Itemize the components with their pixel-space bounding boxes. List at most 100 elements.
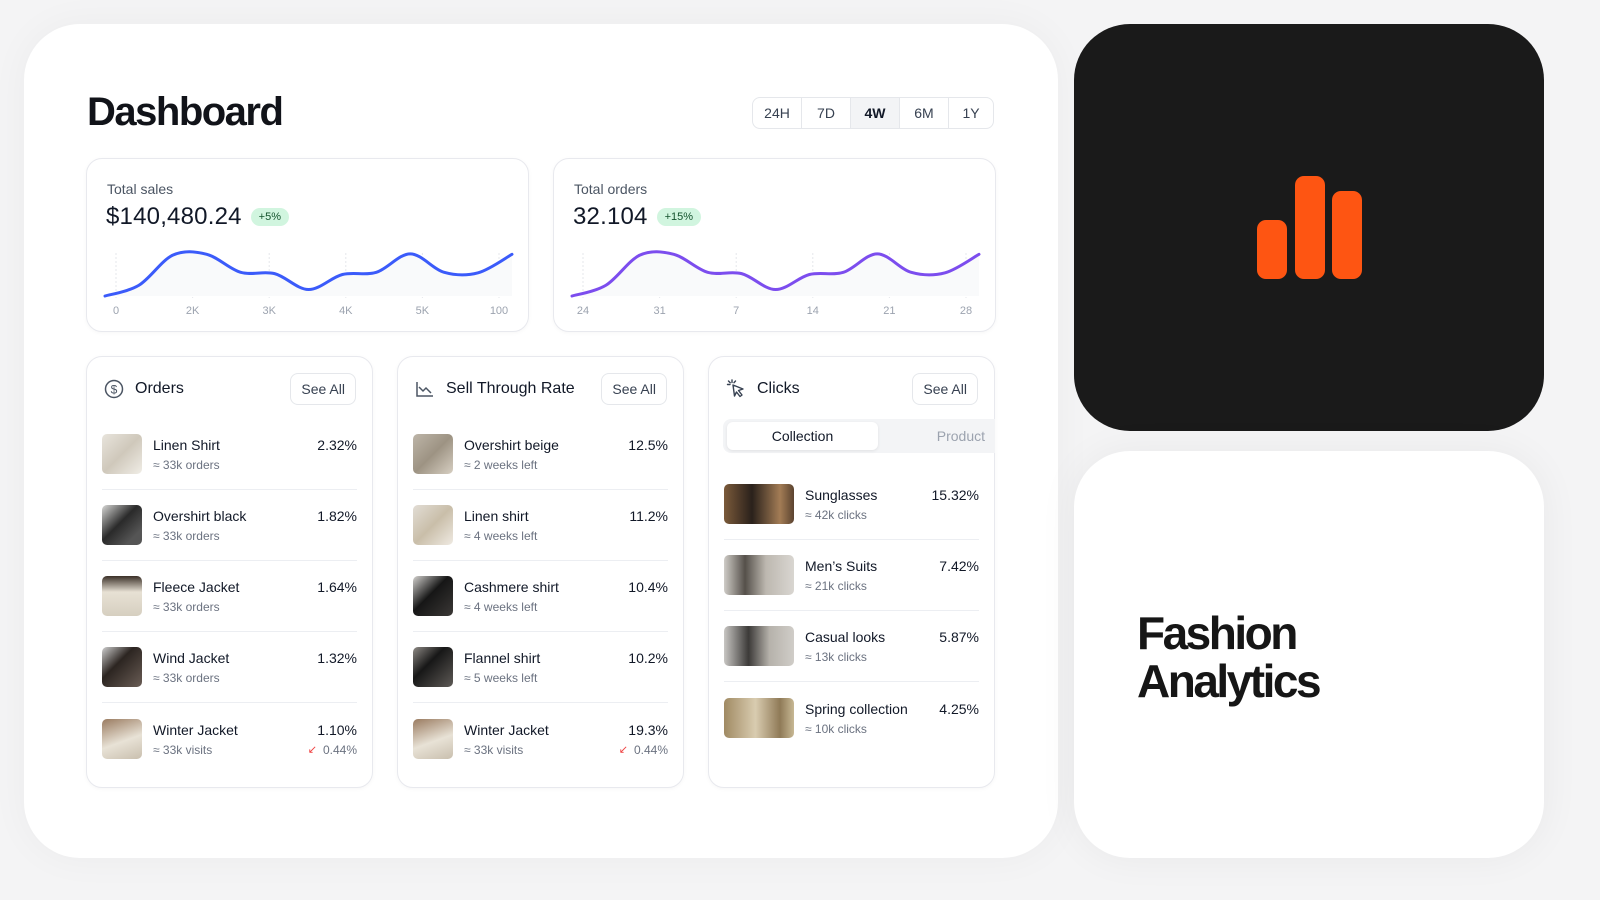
- clicks-see-all-button[interactable]: See All: [912, 373, 978, 405]
- product-thumbnail: [413, 718, 453, 759]
- list-item[interactable]: Men’s Suits ≈ 21k clicks 7.42%: [724, 540, 979, 611]
- total-sales-value: $140,480.24: [106, 203, 242, 230]
- logo-bar-3: [1332, 191, 1362, 279]
- clicks-card: Clicks See All Collection Product Sungla…: [708, 356, 995, 788]
- x-tick-label: 3K: [262, 305, 276, 317]
- item-sub: ≈ 13k clicks: [805, 650, 867, 664]
- item-name: Overshirt black: [153, 508, 247, 524]
- list-item[interactable]: Sunglasses ≈ 42k clicks 15.32%: [724, 469, 979, 540]
- x-tick-label: 2K: [186, 305, 200, 317]
- item-name: Winter Jacket: [153, 721, 238, 738]
- list-item[interactable]: Linen Shirt ≈ 33k orders 2.32%: [102, 419, 357, 490]
- item-name: Wind Jacket: [153, 650, 230, 666]
- list-item[interactable]: Overshirt black ≈ 33k orders 1.82%: [102, 490, 357, 561]
- item-name: Cashmere shirt: [464, 579, 559, 595]
- item-name: Linen Shirt: [153, 437, 220, 453]
- product-thumbnail: [102, 434, 142, 474]
- item-value: 12.5%: [628, 437, 668, 453]
- product-thumbnail: [413, 576, 453, 616]
- range-24h-button[interactable]: 24H: [753, 98, 802, 128]
- svg-text:$: $: [111, 383, 118, 397]
- item-value: 1.32%: [317, 650, 357, 666]
- total-sales-card: 0 2K 3K 4K 5K 100 Total sales $140,480.24 +5%: [86, 158, 529, 332]
- item-name: Winter Jacket: [464, 721, 549, 738]
- item-value: 4.25%: [939, 700, 979, 717]
- product-thumbnail: [413, 505, 453, 545]
- item-sub: ≈ 4 weeks left: [464, 529, 538, 543]
- list-item[interactable]: Cashmere shirt ≈ 4 weeks left 10.4%: [413, 561, 668, 632]
- item-name: Casual looks: [805, 629, 886, 645]
- product-thumbnail: [413, 647, 453, 687]
- list-item[interactable]: Casual looks ≈ 13k clicks 5.87%: [724, 611, 979, 682]
- x-tick-label: 31: [653, 305, 665, 317]
- item-value: 10.4%: [628, 579, 668, 595]
- collection-thumbnail: [724, 697, 794, 738]
- list-item[interactable]: Spring collection ≈ 10k clicks 4.25%: [724, 682, 979, 753]
- x-tick-label: 28: [960, 305, 972, 317]
- list-item[interactable]: Flannel shirt ≈ 5 weeks left 10.2%: [413, 632, 668, 703]
- trend-down-icon: [414, 378, 436, 400]
- x-tick-label: 0: [113, 305, 119, 317]
- orders-see-all-button[interactable]: See All: [290, 373, 356, 405]
- collection-thumbnail: [724, 626, 794, 666]
- sell-through-see-all-button[interactable]: See All: [601, 373, 667, 405]
- brand-title-line2: Analytics: [1137, 655, 1322, 707]
- total-orders-card: 24 31 7 14 21 28 Total orders 32.104 +15%: [553, 158, 996, 332]
- range-1y-button[interactable]: 1Y: [949, 98, 993, 128]
- x-tick-label: 5K: [416, 305, 430, 317]
- product-thumbnail: [413, 434, 453, 474]
- item-value: 1.64%: [317, 579, 357, 595]
- item-value: 19.3%: [628, 721, 668, 738]
- list-item[interactable]: Winter Jacket ≈ 33k visits 19.3% ↙ 0.44%: [413, 703, 668, 774]
- item-sub: ≈ 4 weeks left: [464, 600, 538, 614]
- sell-through-card: Sell Through Rate See All Overshirt beig…: [397, 356, 684, 788]
- range-7d-button[interactable]: 7D: [802, 98, 851, 128]
- item-name: Linen shirt: [464, 508, 529, 524]
- range-4w-button[interactable]: 4W: [851, 98, 900, 128]
- item-name: Flannel shirt: [464, 650, 541, 666]
- clicks-title: Clicks: [757, 380, 800, 397]
- item-sub: ≈ 42k clicks: [805, 508, 867, 522]
- collection-thumbnail: [724, 484, 794, 524]
- list-item[interactable]: Winter Jacket ≈ 33k visits 1.10% ↙ 0.44%: [102, 703, 357, 774]
- item-sub: ≈ 5 weeks left: [464, 671, 538, 685]
- item-value: 1.82%: [317, 508, 357, 524]
- logo-bar-2: [1295, 176, 1325, 279]
- item-value: 11.2%: [629, 508, 668, 524]
- item-sub: ≈ 33k orders: [153, 671, 220, 685]
- list-item[interactable]: Wind Jacket ≈ 33k orders 1.32%: [102, 632, 357, 703]
- item-sub: ≈ 33k visits: [153, 742, 213, 757]
- list-item[interactable]: Linen shirt ≈ 4 weeks left 11.2%: [413, 490, 668, 561]
- item-value: 5.87%: [939, 629, 979, 645]
- orders-card: $ Orders See All Linen Shirt ≈ 33k orders…: [86, 356, 373, 788]
- item-name: Men’s Suits: [805, 558, 878, 574]
- tab-collection[interactable]: Collection: [727, 422, 878, 450]
- logo-card: [1074, 24, 1544, 431]
- item-name: Sunglasses: [805, 487, 878, 503]
- item-change: 0.44%: [322, 742, 357, 757]
- sell-through-title: Sell Through Rate: [446, 380, 575, 397]
- page-title: Dashboard: [87, 90, 284, 134]
- list-item[interactable]: Overshirt beige ≈ 2 weeks left 12.5%: [413, 419, 668, 490]
- total-orders-badge: +15%: [656, 208, 702, 226]
- product-thumbnail: [102, 505, 142, 545]
- time-range-selector: 24H 7D 4W 6M 1Y: [752, 97, 994, 129]
- item-value: 1.10%: [317, 721, 357, 738]
- item-sub: ≈ 21k clicks: [805, 579, 867, 593]
- dollar-circle-icon: $: [103, 378, 125, 400]
- total-orders-value: 32.104: [573, 203, 648, 230]
- logo-bar-1: [1257, 220, 1287, 279]
- tab-product[interactable]: Product: [878, 422, 991, 450]
- list-item[interactable]: Fleece Jacket ≈ 33k orders 1.64%: [102, 561, 357, 632]
- range-6m-button[interactable]: 6M: [900, 98, 949, 128]
- item-sub: ≈ 10k clicks: [805, 721, 867, 736]
- brand-title: Fashion Analytics: [1137, 609, 1322, 707]
- item-name: Spring collection: [805, 700, 908, 717]
- x-tick-label: 100: [490, 305, 508, 317]
- item-change: 0.44%: [633, 742, 668, 757]
- product-thumbnail: [102, 718, 142, 759]
- item-sub: ≈ 33k visits: [464, 742, 524, 757]
- item-sub: ≈ 33k orders: [153, 529, 220, 543]
- arrow-down-left-icon: ↙: [307, 744, 317, 756]
- x-tick-label: 7: [733, 305, 739, 317]
